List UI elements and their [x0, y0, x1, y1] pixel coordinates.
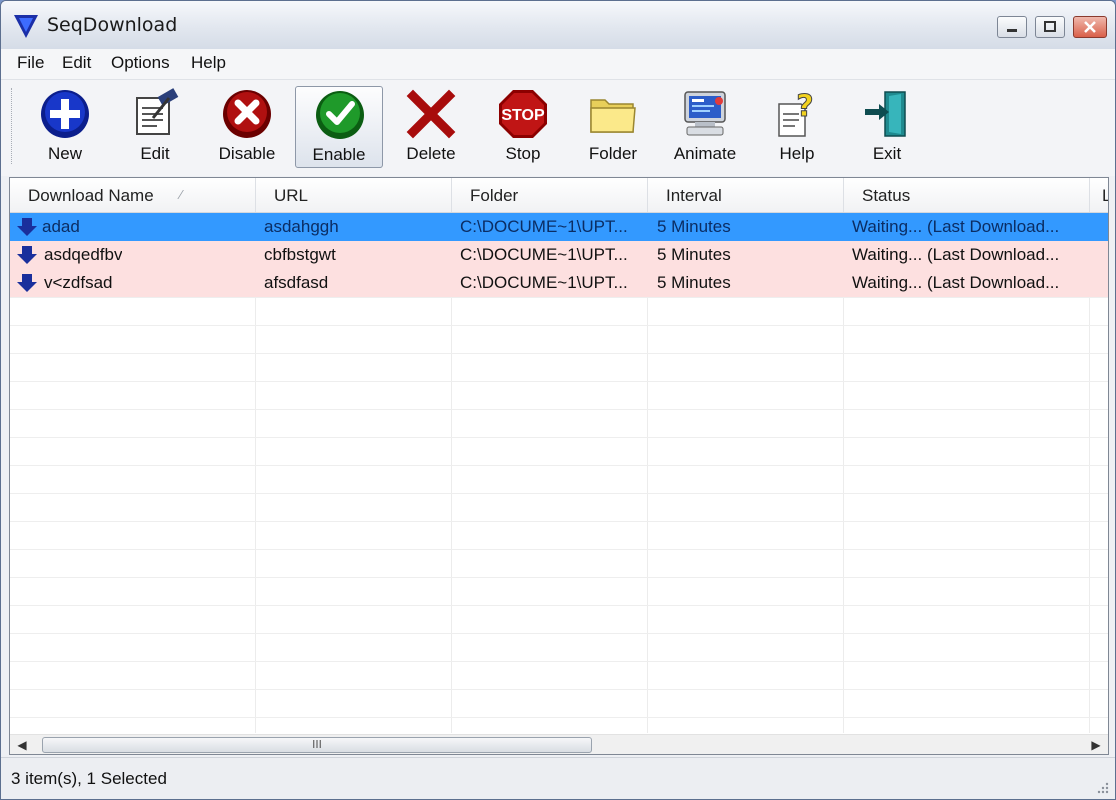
- close-button[interactable]: [1073, 16, 1107, 38]
- scroll-left-button[interactable]: ◀: [10, 735, 34, 754]
- delete-button[interactable]: Delete: [387, 86, 475, 168]
- column-header-interval[interactable]: Interval: [648, 178, 844, 212]
- column-header-label: Download Name: [28, 186, 154, 205]
- disable-icon: [223, 90, 271, 138]
- disable-button[interactable]: Disable: [203, 86, 291, 168]
- toolbar-grip[interactable]: [11, 88, 15, 164]
- cell-status: Waiting... (Last Download...: [852, 273, 1060, 292]
- table-row[interactable]: adad asdahggh C:\DOCUME~1\UPT... 5 Minut…: [10, 213, 1108, 241]
- column-header-status[interactable]: Status: [844, 178, 1090, 212]
- exit-button[interactable]: Exit: [843, 86, 931, 168]
- exit-icon: [865, 91, 906, 137]
- new-icon: [41, 90, 89, 138]
- table-row[interactable]: v<zdfsad afsdfasd C:\DOCUME~1\UPT... 5 M…: [10, 269, 1108, 297]
- exit-label: Exit: [872, 144, 902, 163]
- enable-button[interactable]: Enable: [295, 86, 383, 168]
- menu-file[interactable]: File: [14, 53, 47, 73]
- enable-icon: [316, 91, 364, 139]
- horizontal-scrollbar[interactable]: ◀ III ▶: [10, 734, 1108, 754]
- minimize-button[interactable]: [997, 16, 1027, 38]
- cell-url: asdahggh: [264, 217, 339, 236]
- maximize-icon: [1044, 21, 1056, 32]
- svg-text:?: ?: [796, 89, 813, 124]
- menu-options[interactable]: Options: [108, 53, 173, 73]
- download-arrow-icon: [17, 218, 37, 236]
- folder-label: Folder: [588, 144, 638, 163]
- enable-label: Enable: [312, 145, 366, 164]
- cell-name: asdqedfbv: [44, 245, 123, 264]
- animate-icon: [684, 91, 726, 136]
- minimize-icon: [1007, 29, 1017, 32]
- column-header-download-name[interactable]: Download Name ∕: [10, 178, 256, 212]
- sort-indicator-icon: ∕: [180, 187, 183, 202]
- status-bar: 3 item(s), 1 Selected: [1, 757, 1115, 799]
- edit-button[interactable]: Edit: [111, 86, 199, 168]
- close-icon: [1084, 21, 1096, 33]
- animate-button[interactable]: Animate: [661, 86, 749, 168]
- cell-url: cbfbstgwt: [264, 245, 336, 264]
- help-icon: ?: [778, 89, 814, 137]
- column-header-truncated[interactable]: L: [1090, 178, 1108, 212]
- toolbar: New Edit Disable Enable Delete STOP Stop…: [1, 80, 1115, 176]
- scroll-thumb[interactable]: III: [42, 737, 592, 753]
- status-text: 3 item(s), 1 Selected: [11, 769, 167, 788]
- download-arrow-icon: [17, 274, 37, 292]
- window-title: SeqDownload: [47, 14, 178, 36]
- cell-status: Waiting... (Last Download...: [852, 217, 1060, 236]
- help-button[interactable]: ? Help: [753, 86, 841, 168]
- stop-icon: STOP: [499, 90, 547, 138]
- cell-interval: 5 Minutes: [657, 273, 731, 292]
- edit-label: Edit: [140, 144, 170, 163]
- new-button[interactable]: New: [21, 86, 109, 168]
- maximize-button[interactable]: [1035, 16, 1065, 38]
- title-bar[interactable]: SeqDownload: [1, 1, 1115, 49]
- new-label: New: [47, 144, 82, 163]
- cell-interval: 5 Minutes: [657, 245, 731, 264]
- resize-grip-icon[interactable]: [1095, 780, 1109, 794]
- cell-name: v<zdfsad: [44, 273, 113, 292]
- help-label: Help: [779, 144, 815, 163]
- cell-interval: 5 Minutes: [657, 217, 731, 236]
- downloads-list[interactable]: Download Name ∕ URL Folder Interval Stat…: [9, 177, 1109, 755]
- menu-edit[interactable]: Edit: [59, 53, 94, 73]
- menu-bar: File Edit Options Help: [1, 49, 1115, 80]
- list-header: Download Name ∕ URL Folder Interval Stat…: [10, 178, 1108, 213]
- column-header-url[interactable]: URL: [256, 178, 452, 212]
- cell-folder: C:\DOCUME~1\UPT...: [460, 245, 628, 264]
- disable-label: Disable: [218, 144, 276, 163]
- scroll-thumb-grip: III: [312, 738, 322, 751]
- download-arrow-icon: [17, 246, 37, 264]
- app-logo-icon: [14, 15, 38, 38]
- delete-label: Delete: [406, 144, 456, 163]
- column-header-folder[interactable]: Folder: [452, 178, 648, 212]
- animate-label: Animate: [673, 144, 737, 163]
- stop-button[interactable]: STOP Stop: [479, 86, 567, 168]
- scroll-right-button[interactable]: ▶: [1084, 735, 1108, 754]
- cell-folder: C:\DOCUME~1\UPT...: [460, 217, 628, 236]
- app-window: SeqDownload File Edit Options Help New E…: [0, 0, 1116, 800]
- cell-name: adad: [42, 217, 80, 236]
- stop-label: Stop: [505, 144, 541, 163]
- folder-button[interactable]: Folder: [569, 86, 657, 168]
- svg-text:STOP: STOP: [501, 107, 545, 124]
- cell-status: Waiting... (Last Download...: [852, 245, 1060, 264]
- delete-icon: [406, 89, 456, 139]
- cell-url: afsdfasd: [264, 273, 329, 292]
- cell-folder: C:\DOCUME~1\UPT...: [460, 273, 628, 292]
- edit-icon: [136, 88, 179, 135]
- folder-icon: [590, 99, 636, 133]
- table-row[interactable]: asdqedfbv cbfbstgwt C:\DOCUME~1\UPT... 5…: [10, 241, 1108, 269]
- menu-help[interactable]: Help: [188, 53, 229, 73]
